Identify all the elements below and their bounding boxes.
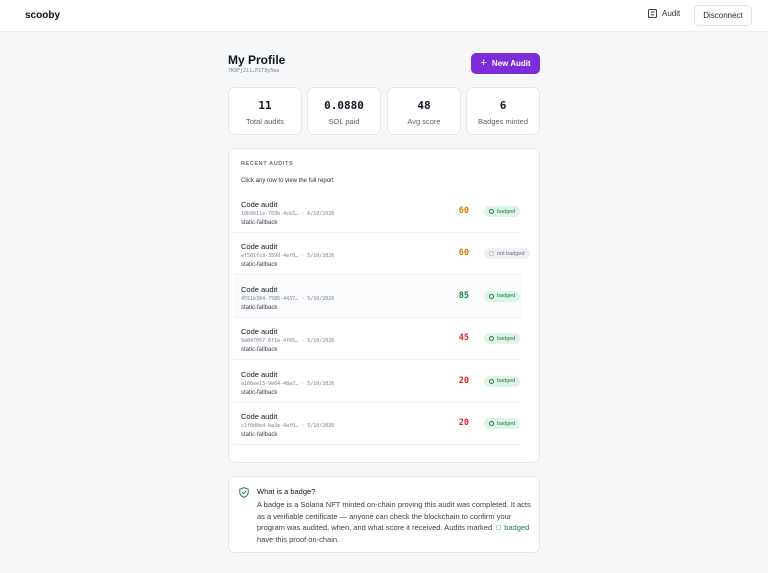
audit-score: 20 bbox=[458, 375, 469, 386]
plus-icon: + bbox=[480, 57, 487, 69]
audit-meta: c1f0d0ed-ba3e-4af0… · 5/10/2026 bbox=[241, 423, 335, 429]
brand-logo[interactable]: scooby bbox=[25, 10, 60, 21]
wallet-address: 7K8Fj2ii…P1T3y5ma bbox=[228, 68, 280, 74]
badge-icon bbox=[496, 525, 502, 530]
audit-meta: 10b9611e-703b-4cb3… · 6/10/2026 bbox=[241, 211, 335, 217]
audit-name: Code audit bbox=[241, 412, 278, 421]
stat-value: 48 bbox=[417, 99, 431, 112]
check-circle-icon bbox=[489, 378, 494, 384]
check-circle-icon bbox=[489, 421, 494, 426]
stat-total-audits: 11 Total audits bbox=[228, 87, 302, 135]
audit-meta: ef501fc3-359d-4ef0… · 5/10/2026 bbox=[241, 253, 335, 260]
badge-status-label: badged bbox=[497, 378, 516, 385]
badge-status-label: badged bbox=[497, 293, 516, 300]
new-audit-label: New Audit bbox=[491, 59, 531, 68]
audit-row[interactable]: Code audit 9a847057-6f1e-4f65… · 5/10/202… bbox=[234, 318, 522, 361]
badge-status: not badged bbox=[484, 248, 530, 260]
badge-info-text-end: have this proof on-chain. bbox=[257, 534, 340, 544]
page-title: My Profile bbox=[228, 53, 286, 67]
badge-status: badged bbox=[484, 206, 521, 217]
stat-label: Total audits bbox=[246, 117, 284, 126]
audit-score: 20 bbox=[458, 418, 469, 428]
badge-status: badged bbox=[484, 333, 521, 345]
nav-audit-label: Audit bbox=[662, 9, 681, 18]
audit-name: Code audit bbox=[241, 327, 278, 337]
new-audit-button[interactable]: + New Audit bbox=[471, 53, 540, 74]
recent-audits-subtitle: Click any row to view the full report bbox=[241, 178, 334, 184]
audit-source: static-fallback bbox=[241, 304, 278, 311]
badge-info-pill: badged bbox=[504, 523, 530, 532]
audit-row[interactable]: Code audit a166ee15-9e64-48a7… · 5/10/202… bbox=[234, 361, 522, 403]
audit-row[interactable]: Code audit ef501fc3-359d-4ef0… · 5/10/202… bbox=[234, 233, 530, 276]
stat-value: 0.0880 bbox=[324, 99, 364, 112]
audit-meta: 4551b384-7586-4437… · 5/10/2026 bbox=[241, 295, 335, 302]
badge-status: badged bbox=[484, 290, 521, 302]
audit-source: static-fallback bbox=[241, 389, 278, 396]
square-icon bbox=[489, 251, 494, 257]
badge-status: badged bbox=[484, 418, 521, 429]
badge-status-label: badged bbox=[497, 208, 516, 215]
check-circle-icon bbox=[489, 293, 494, 299]
badge-status: badged bbox=[484, 375, 521, 387]
disconnect-button[interactable]: Disconnect bbox=[694, 5, 752, 26]
audit-score: 85 bbox=[458, 290, 469, 301]
badge-info-question: What is a badge? bbox=[257, 487, 316, 496]
audit-name: Code audit bbox=[241, 200, 278, 209]
audit-meta: 9a847057-6f1e-4f65… · 5/10/2026 bbox=[241, 338, 335, 345]
stat-label: SOL paid bbox=[328, 117, 360, 126]
stat-value: 11 bbox=[258, 99, 272, 112]
badge-status-label: not badged bbox=[497, 250, 525, 257]
nav-audit-link[interactable]: Audit bbox=[648, 9, 680, 18]
check-circle-icon bbox=[489, 209, 494, 214]
badge-status-label: badged bbox=[497, 335, 516, 342]
audit-source: static-fallback bbox=[241, 432, 278, 438]
badge-info-body: A badge is a Solana NFT minted on-chain … bbox=[257, 499, 533, 545]
stat-label: Avg score bbox=[407, 117, 441, 126]
audit-name: Code audit bbox=[241, 242, 278, 252]
audit-row[interactable]: Code audit c1f0d0ed-ba3e-4af0… · 5/10/202… bbox=[234, 403, 522, 445]
audit-source: static-fallback bbox=[241, 220, 278, 226]
audit-icon bbox=[648, 9, 657, 18]
stat-sol-paid: 0.0880 SOL paid bbox=[307, 87, 381, 135]
audit-row[interactable]: Code audit 4551b384-7586-4437… · 5/10/202… bbox=[234, 275, 522, 318]
audit-source: static-fallback bbox=[241, 262, 278, 269]
check-circle-icon bbox=[489, 336, 494, 342]
stat-avg-score: 48 Avg score bbox=[387, 87, 461, 135]
shield-check-icon bbox=[239, 487, 249, 498]
audit-score: 60 bbox=[458, 248, 469, 259]
badge-status-label: badged bbox=[497, 420, 516, 427]
stat-value: 6 bbox=[499, 99, 507, 112]
audit-score: 45 bbox=[458, 333, 469, 344]
recent-audits-heading: RECENT AUDITS bbox=[241, 161, 294, 167]
audit-source: static-fallback bbox=[241, 347, 278, 354]
audit-score: 60 bbox=[458, 206, 469, 216]
top-bar: scooby Audit Disconnect bbox=[0, 0, 768, 32]
badge-info-panel: What is a badge? A badge is a Solana NFT… bbox=[228, 476, 540, 553]
audit-row[interactable]: Code audit 10b9611e-703b-4cb3… · 6/10/202… bbox=[234, 191, 522, 233]
stat-badges-minted: 6 Badges minted bbox=[466, 87, 540, 135]
audit-name: Code audit bbox=[241, 284, 278, 294]
recent-audits-card: RECENT AUDITS Click any row to view the … bbox=[228, 148, 540, 463]
badge-info-text: A badge is a Solana NFT minted on-chain … bbox=[257, 500, 531, 532]
audit-name: Code audit bbox=[241, 369, 278, 379]
stat-label: Badges minted bbox=[477, 117, 529, 126]
audit-meta: a166ee15-9e64-48a7… · 5/10/2026 bbox=[241, 380, 335, 387]
